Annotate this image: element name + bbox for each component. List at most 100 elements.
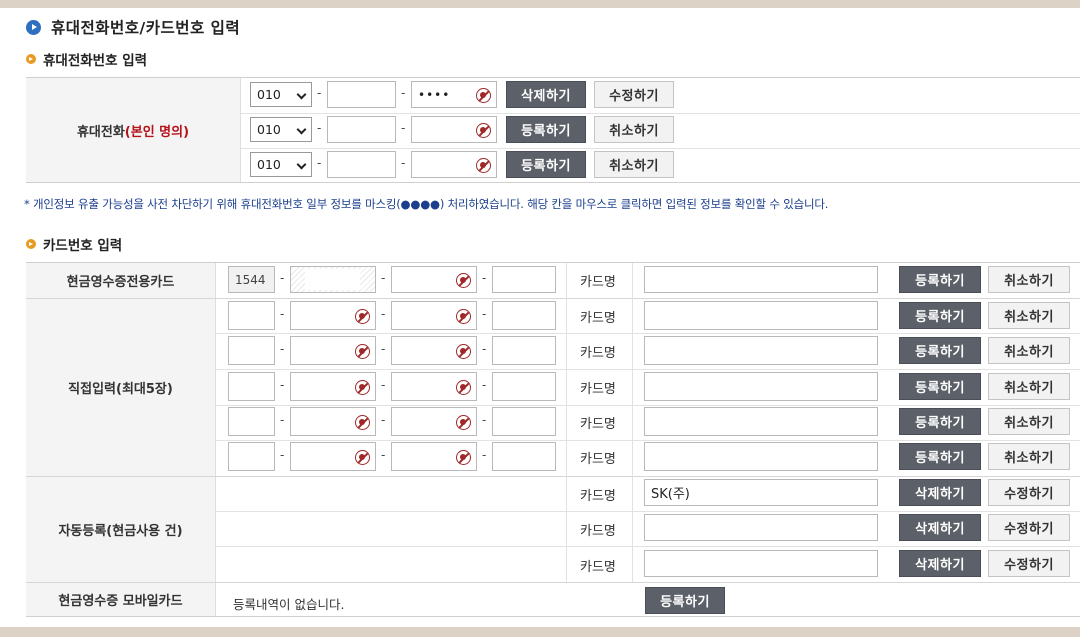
phone-delete-button[interactable]: 삭제하기 <box>506 81 586 108</box>
masked-value: •••• <box>418 87 451 102</box>
phone-last-input[interactable]: •••• <box>411 81 497 108</box>
card-name-input[interactable] <box>644 372 878 401</box>
dash: - <box>482 448 487 462</box>
dash: - <box>317 121 322 135</box>
arrow-circle-icon <box>26 19 41 35</box>
card-name-label: 카드명 <box>580 382 616 397</box>
phone-last-input[interactable] <box>411 151 497 178</box>
phone-cancel-button[interactable]: 취소하기 <box>594 151 674 178</box>
eye-toggle-icon[interactable] <box>355 380 370 395</box>
phone-middle-input[interactable] <box>327 81 396 108</box>
dash: - <box>381 448 386 462</box>
phone-middle-input[interactable] <box>327 151 396 178</box>
card-part4-input[interactable] <box>492 442 556 471</box>
phone-label: 휴대전화 (본인 명의) <box>26 78 241 182</box>
card-delete-button[interactable]: 삭제하기 <box>899 550 981 577</box>
card-register-button[interactable]: 등록하기 <box>899 302 981 329</box>
card-part4-input[interactable] <box>492 301 556 330</box>
card-cancel-button[interactable]: 취소하기 <box>988 266 1070 293</box>
phone-last-input[interactable] <box>411 116 497 143</box>
phone-prefix-select[interactable]: 010 <box>250 82 312 107</box>
card-name-input[interactable] <box>644 336 878 365</box>
card-name-input[interactable] <box>644 514 878 541</box>
phone-section-title-text: 휴대전화번호 입력 <box>43 53 148 69</box>
card-part1-input[interactable] <box>228 407 275 436</box>
card-part2-input <box>290 266 376 293</box>
dash: - <box>280 307 285 321</box>
card-cancel-button[interactable]: 취소하기 <box>988 302 1070 329</box>
card-part2-input[interactable] <box>290 442 376 471</box>
card-name-label: 카드명 <box>580 560 616 575</box>
eye-toggle-icon[interactable] <box>456 273 471 288</box>
card-part3-input[interactable] <box>391 407 477 436</box>
card-name-input[interactable] <box>644 407 878 436</box>
card-register-button[interactable]: 등록하기 <box>899 408 981 435</box>
card-cancel-button[interactable]: 취소하기 <box>988 373 1070 400</box>
phone-prefix-select[interactable]: 010 <box>250 117 312 142</box>
card-name-label: 카드명 <box>580 417 616 432</box>
card-part3-input[interactable] <box>391 266 477 293</box>
card-delete-button[interactable]: 삭제하기 <box>899 479 981 506</box>
eye-toggle-icon[interactable] <box>456 309 471 324</box>
eye-toggle-icon[interactable] <box>355 344 370 359</box>
card-cancel-button[interactable]: 취소하기 <box>988 408 1070 435</box>
mobile-card-register-button[interactable]: 등록하기 <box>645 587 725 614</box>
dash: - <box>482 271 487 285</box>
phone-prefix-select[interactable]: 010 <box>250 152 312 177</box>
card-register-button[interactable]: 등록하기 <box>899 337 981 364</box>
eye-toggle-icon[interactable] <box>476 88 491 103</box>
direct-input-label: 직접입력(최대5장) <box>26 298 216 476</box>
card-name-input[interactable] <box>644 550 878 577</box>
card-part4-input[interactable] <box>492 407 556 436</box>
eye-toggle-icon[interactable] <box>456 344 471 359</box>
phone-edit-button[interactable]: 수정하기 <box>594 81 674 108</box>
card-part1-input[interactable] <box>228 442 275 471</box>
card-part4-input[interactable] <box>492 372 556 401</box>
card-part4-input[interactable] <box>492 336 556 365</box>
phone-cancel-button[interactable]: 취소하기 <box>594 116 674 143</box>
eye-toggle-icon[interactable] <box>456 380 471 395</box>
page-title: 휴대전화번호/카드번호 입력 <box>26 17 240 37</box>
card-edit-button[interactable]: 수정하기 <box>988 514 1070 541</box>
card-name-input[interactable] <box>644 301 878 330</box>
card-part3-input[interactable] <box>391 336 477 365</box>
eye-toggle-icon[interactable] <box>456 450 471 465</box>
card-part3-input[interactable] <box>391 442 477 471</box>
card-register-button[interactable]: 등록하기 <box>899 266 981 293</box>
phone-register-button[interactable]: 등록하기 <box>506 151 586 178</box>
card-part1-input[interactable] <box>228 372 275 401</box>
card-cancel-button[interactable]: 취소하기 <box>988 337 1070 364</box>
eye-toggle-icon[interactable] <box>355 450 370 465</box>
auto-register-label: 자동등록(현금사용 건) <box>26 476 216 582</box>
card-part3-input[interactable] <box>391 301 477 330</box>
card-part2-input[interactable] <box>290 372 376 401</box>
eye-toggle-icon[interactable] <box>355 309 370 324</box>
card-name-value: SK(주) <box>651 487 690 502</box>
card-edit-button[interactable]: 수정하기 <box>988 550 1070 577</box>
card-name-input[interactable]: SK(주) <box>644 479 878 506</box>
card-delete-button[interactable]: 삭제하기 <box>899 514 981 541</box>
dash: - <box>401 121 406 135</box>
phone-register-button[interactable]: 등록하기 <box>506 116 586 143</box>
card-part4-input[interactable] <box>492 266 556 293</box>
phone-middle-input[interactable] <box>327 116 396 143</box>
eye-toggle-icon[interactable] <box>476 123 491 138</box>
card-register-button[interactable]: 등록하기 <box>899 443 981 470</box>
card-part2-input[interactable] <box>290 336 376 365</box>
eye-toggle-icon[interactable] <box>355 415 370 430</box>
card-name-input[interactable] <box>644 442 878 471</box>
card-part2-input[interactable] <box>290 301 376 330</box>
card-edit-button[interactable]: 수정하기 <box>988 479 1070 506</box>
card-part3-input[interactable] <box>391 372 477 401</box>
eye-toggle-icon[interactable] <box>476 158 491 173</box>
phone-label-main: 휴대전화 <box>76 124 125 140</box>
card-part1-input[interactable] <box>228 336 275 365</box>
card-name-input[interactable] <box>644 266 878 293</box>
card-register-button[interactable]: 등록하기 <box>899 373 981 400</box>
row-divider <box>241 113 1080 114</box>
card-cancel-button[interactable]: 취소하기 <box>988 443 1070 470</box>
eye-toggle-icon[interactable] <box>456 415 471 430</box>
card-part2-input[interactable] <box>290 407 376 436</box>
row-divider <box>216 369 1080 370</box>
card-part1-input[interactable] <box>228 301 275 330</box>
